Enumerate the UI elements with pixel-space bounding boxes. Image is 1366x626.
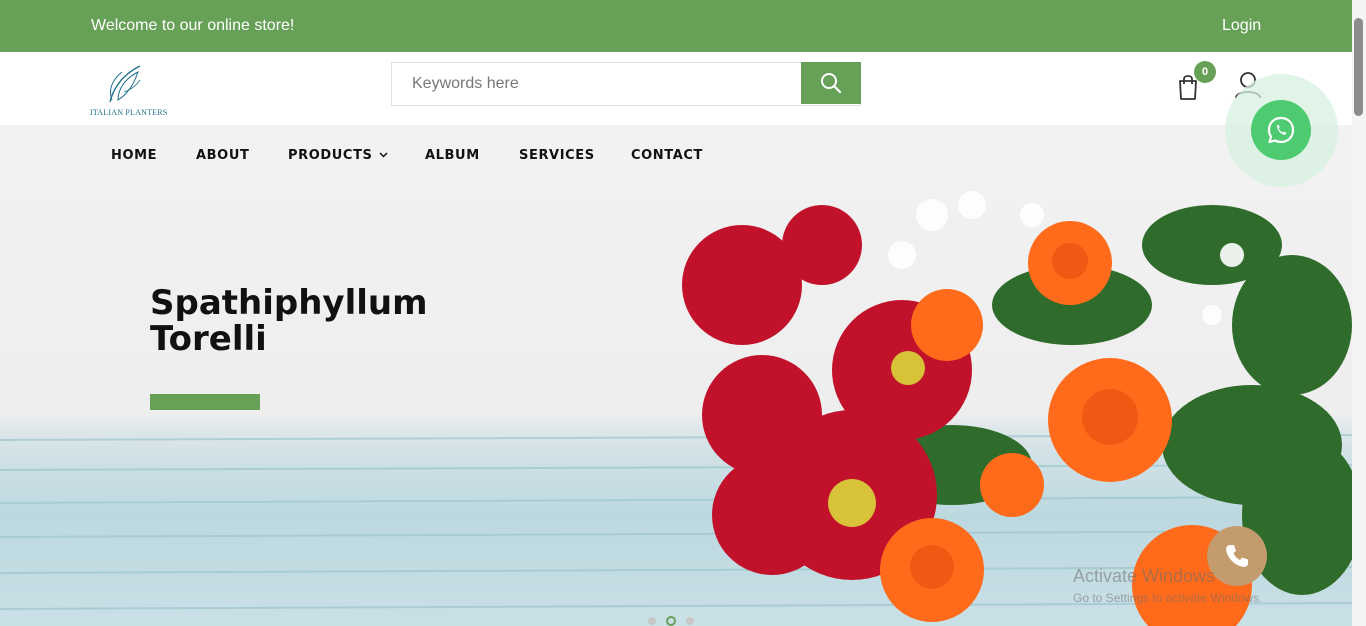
nav-item-home[interactable]: HOME [111, 148, 157, 163]
nav-item-services[interactable]: SERVICES [519, 148, 595, 163]
leaf-logo-icon [109, 65, 141, 103]
cart-button[interactable]: 0 [1174, 61, 1216, 102]
windows-activation-watermark: Activate Windows Go to Settings to activ… [1073, 566, 1262, 605]
search-bar [391, 62, 861, 106]
header: ITALIAN PLANTERS 0 [0, 52, 1352, 125]
search-button[interactable] [801, 62, 861, 104]
slider-dot[interactable] [648, 617, 656, 625]
nav-item-products[interactable]: PRODUCTS [288, 148, 388, 163]
search-input[interactable] [392, 63, 800, 105]
hero-slider: Spathiphyllum Torelli [0, 185, 1352, 626]
nav-item-contact[interactable]: CONTACT [631, 148, 703, 163]
nav-item-products-label: PRODUCTS [288, 148, 373, 163]
slider-dots [648, 616, 694, 626]
hero-title-line2: Torelli [150, 319, 267, 359]
watermark-line1: Activate Windows [1073, 566, 1216, 586]
logo-text: ITALIAN PLANTERS [90, 108, 168, 117]
login-link[interactable]: Login [1222, 17, 1261, 35]
slider-dot[interactable] [686, 617, 694, 625]
site-logo[interactable]: ITALIAN PLANTERS [88, 60, 168, 117]
top-bar: Welcome to our online store! Login [0, 0, 1352, 52]
scrollbar-thumb[interactable] [1354, 18, 1363, 116]
cart-count-badge: 0 [1194, 61, 1216, 83]
chevron-down-icon [378, 152, 388, 158]
hero-title-line1: Spathiphyllum [150, 283, 428, 323]
whatsapp-icon [1267, 116, 1295, 144]
page-scrollbar[interactable] [1352, 0, 1366, 626]
hero-accent-bar [150, 394, 260, 410]
main-nav: HOME ABOUT PRODUCTS ALBUM SERVICES CONTA… [0, 125, 1352, 185]
nav-item-about[interactable]: ABOUT [196, 148, 249, 163]
welcome-message: Welcome to our online store! [91, 17, 295, 34]
whatsapp-button[interactable] [1251, 100, 1311, 160]
slider-dot-active[interactable] [666, 616, 676, 626]
watermark-line2: Go to Settings to activate Windows. [1073, 591, 1263, 605]
nav-item-album[interactable]: ALBUM [425, 148, 480, 163]
hero-title: Spathiphyllum Torelli [150, 285, 428, 357]
search-icon [821, 73, 842, 94]
